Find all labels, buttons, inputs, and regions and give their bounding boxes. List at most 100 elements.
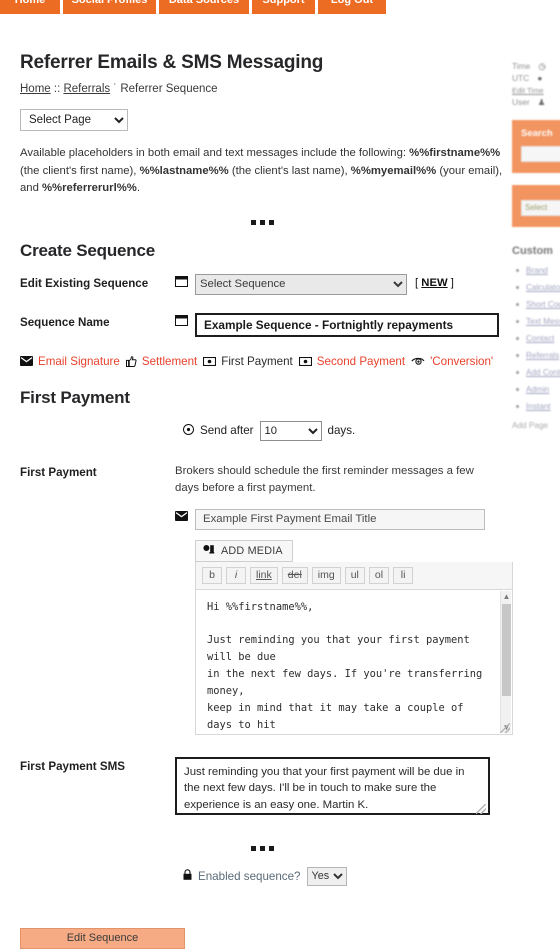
sidebar-link-item[interactable]: Contact xyxy=(516,334,560,343)
enabled-sequence-dropdown[interactable]: Yes xyxy=(306,866,347,886)
nav-item-log-out[interactable]: Log Out xyxy=(318,0,386,14)
sidebar-link-item[interactable]: Admin xyxy=(516,385,560,394)
section-divider-dots-top xyxy=(20,214,505,227)
quicktag-i-button[interactable]: i xyxy=(226,566,246,584)
eye-icon xyxy=(411,356,425,366)
edit-existing-sequence-label: Edit Existing Sequence xyxy=(20,276,149,290)
window-icon xyxy=(175,274,195,287)
quicktag-b-button[interactable]: b xyxy=(202,566,222,584)
sidebar-meta-user-key: User xyxy=(512,97,530,107)
sidebar-meta-time-key: Time xyxy=(512,61,531,71)
new-sequence-link[interactable]: NEW xyxy=(421,277,447,289)
breadcrumb-current: Referrer Sequence xyxy=(120,83,218,95)
first-payment-sms-row: First Payment SMS Just reminding you tha… xyxy=(20,756,505,818)
sidebar-link-item[interactable]: Calculators xyxy=(516,283,560,292)
first-payment-row-label: First Payment xyxy=(20,465,97,479)
placeholder-firstname: %%firstname%% xyxy=(409,147,501,159)
scrollbar-thumb[interactable] xyxy=(502,603,511,696)
tab-email-signature[interactable]: Email Signature xyxy=(20,355,120,368)
placeholders-text-3: (the client's last name), xyxy=(228,164,351,177)
editor-scrollbar[interactable]: ▲ ▼ xyxy=(500,590,512,733)
sidebar-link-item[interactable]: Text Messages xyxy=(516,317,560,326)
quicktag-link-button[interactable]: link xyxy=(250,566,278,584)
money-icon xyxy=(203,356,217,366)
media-icon xyxy=(203,544,215,558)
enabled-sequence-row: Enabled sequence? Yes xyxy=(183,866,505,886)
tab-conversion[interactable]: 'Conversion' xyxy=(411,355,493,368)
nav-item-log-out-label: Log Out xyxy=(330,0,374,6)
tab-first-payment[interactable]: First Payment xyxy=(203,355,293,368)
sidebar-meta-edit-time[interactable]: Edit Time xyxy=(512,84,560,96)
sidebar-link-item[interactable]: Referrals xyxy=(516,351,560,360)
tab-second-payment[interactable]: Second Payment xyxy=(298,355,405,368)
first-payment-email-title-input[interactable] xyxy=(195,508,485,530)
sidebar-meta-utc: UTC ● xyxy=(512,72,560,84)
nav-item-home[interactable]: Home xyxy=(0,0,60,14)
first-payment-description: Brokers should schedule the first remind… xyxy=(175,464,474,494)
first-payment-heading: First Payment xyxy=(20,387,130,407)
edit-sequence-button[interactable]: Edit Sequence xyxy=(20,927,185,949)
breadcrumb-separator-1: :: xyxy=(50,83,64,95)
enabled-sequence-label: Enabled sequence? xyxy=(198,869,301,883)
breadcrumb-link-referrals[interactable]: Referrals xyxy=(63,83,110,95)
placeholders-text-2: (the client's first name), xyxy=(20,164,140,177)
sidebar-search-input[interactable] xyxy=(521,146,560,162)
sidebar-select-dropdown[interactable]: Select xyxy=(521,200,560,216)
envelope-icon xyxy=(175,509,195,521)
send-after-suffix: days. xyxy=(327,424,356,437)
placeholders-help-text: Available placeholders in both email and… xyxy=(20,145,505,198)
placeholder-myemail: %%myemail%% xyxy=(350,164,437,177)
placeholder-lastname: %%lastname%% xyxy=(139,164,229,177)
quicktag-li-button[interactable]: li xyxy=(393,566,414,584)
sequence-name-row: Sequence Name xyxy=(20,312,505,337)
create-sequence-heading: Create Sequence xyxy=(20,240,155,260)
sms-resize-grip[interactable] xyxy=(476,803,486,814)
sidebar-widget-select: Select xyxy=(512,185,560,227)
sidebar-link-list: Brand Calculators Short Codes Text Messa… xyxy=(512,266,560,411)
sidebar-link-item[interactable]: Instant xyxy=(516,402,560,411)
email-editor: ADD MEDIA b i link del img ul ol li Hi %… xyxy=(195,539,513,735)
send-after-label: Send after xyxy=(200,424,254,437)
tab-settlement[interactable]: Settlement xyxy=(125,354,198,368)
sequence-name-input[interactable] xyxy=(195,312,499,337)
nav-item-support[interactable]: Support xyxy=(252,0,315,14)
quicktag-ul-button[interactable]: ul xyxy=(344,566,365,584)
tab-settlement-label: Settlement xyxy=(141,354,198,368)
breadcrumb-separator-2: ˙ xyxy=(110,83,121,95)
first-payment-sms-label: First Payment SMS xyxy=(20,759,126,773)
nav-item-home-label: Home xyxy=(14,0,46,6)
add-media-label: ADD MEDIA xyxy=(221,544,283,557)
scroll-up-arrow-icon[interactable]: ▲ xyxy=(501,591,512,602)
placeholders-text-1: Available placeholders in both email and… xyxy=(20,147,410,159)
send-after-days-dropdown[interactable]: 10 xyxy=(259,420,322,441)
nav-item-data-sources[interactable]: Data Sources xyxy=(159,0,249,14)
nav-item-support-label: Support xyxy=(262,0,305,6)
add-media-button[interactable]: ADD MEDIA xyxy=(195,539,293,562)
envelope-icon xyxy=(20,356,33,366)
breadcrumb-link-home[interactable]: Home xyxy=(20,83,51,95)
select-sequence-dropdown[interactable]: Select Sequence xyxy=(195,273,407,295)
sidebar-meta-edit-time-key: Edit Time xyxy=(512,85,544,95)
first-payment-content-row: First Payment Brokers should schedule th… xyxy=(20,463,513,735)
thumbs-up-icon xyxy=(125,355,137,367)
clock-icon xyxy=(183,423,194,438)
select-page-dropdown[interactable]: Select Page xyxy=(20,109,128,131)
quicktag-ol-button[interactable]: ol xyxy=(368,566,390,584)
sidebar-add-page-link[interactable]: Add Page xyxy=(512,421,560,430)
sidebar-link-item[interactable]: Short Codes xyxy=(516,300,560,309)
top-navigation: Home Social Profiles Data Sources Suppor… xyxy=(0,0,400,14)
editor-resize-grip[interactable] xyxy=(500,722,510,733)
sidebar-meta-user: User ♟ xyxy=(512,96,560,108)
new-link-close-bracket: ] xyxy=(447,276,454,289)
breadcrumb: Home :: Referrals ˙ Referrer Sequence xyxy=(20,83,505,95)
quicktag-del-button[interactable]: del xyxy=(281,566,308,584)
quicktag-img-button[interactable]: img xyxy=(311,566,341,584)
send-after-row: Send after 10 days. xyxy=(183,420,505,441)
sidebar-link-item[interactable]: Brand xyxy=(516,266,560,275)
first-payment-sms-textarea[interactable]: Just reminding you that your first payme… xyxy=(175,756,490,815)
tab-email-signature-label: Email Signature xyxy=(38,354,120,368)
sidebar-link-item[interactable]: Add Content xyxy=(516,368,560,377)
clock-icon: ◷ xyxy=(538,61,546,71)
email-body-textarea[interactable]: Hi %%firstname%%, Just reminding you tha… xyxy=(196,589,512,734)
nav-item-social-profiles[interactable]: Social Profiles xyxy=(63,0,156,14)
